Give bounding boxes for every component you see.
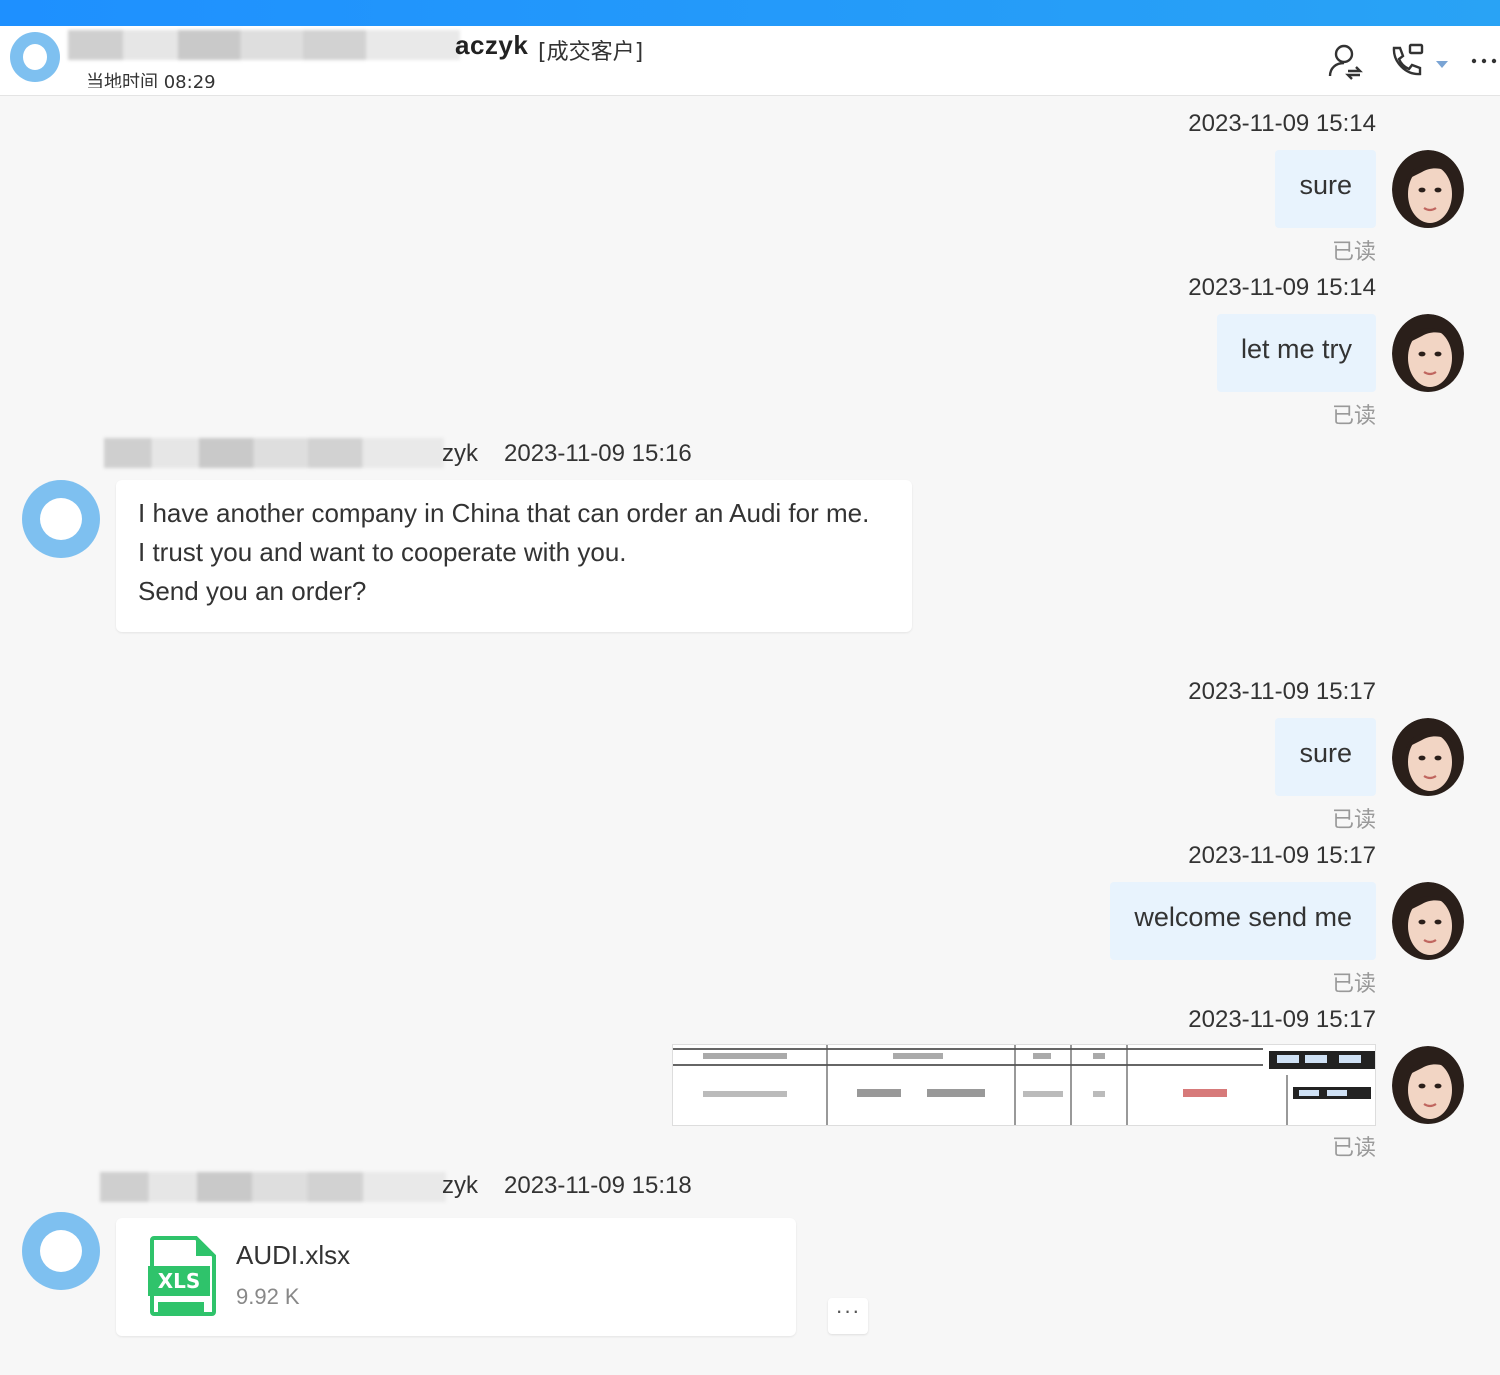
outgoing-message[interactable]: welcome send me <box>1110 882 1376 960</box>
my-avatar[interactable] <box>1392 150 1464 228</box>
message-more-button[interactable]: ··· <box>828 1298 868 1334</box>
message-timestamp: 2023-11-09 15:17 <box>1188 678 1376 705</box>
read-status: 已读 <box>1331 1136 1376 1161</box>
read-status: 已读 <box>1331 404 1376 429</box>
my-avatar[interactable] <box>1392 1046 1464 1124</box>
message-line: Send you an order? <box>138 576 367 606</box>
contact-avatar[interactable] <box>22 1212 100 1290</box>
redacted-sender-name <box>104 438 444 468</box>
file-size: 9.92 K <box>236 1284 300 1309</box>
chat-header: aczyk [成交客户] 当地时间 08:29 <box>0 26 1500 96</box>
sender-name: zyk <box>442 1172 478 1199</box>
read-status: 已读 <box>1331 972 1376 997</box>
message-timestamp: 2023-11-09 15:14 <box>1188 110 1376 137</box>
message-timestamp: 2023-11-09 15:18 <box>504 1172 692 1199</box>
contact-avatar[interactable] <box>22 480 100 558</box>
contact-name: aczyk <box>455 30 529 60</box>
message-timestamp: 2023-11-09 15:14 <box>1188 274 1376 301</box>
call-icon[interactable] <box>1386 42 1426 82</box>
file-type-label: XLS <box>157 1269 201 1293</box>
read-status: 已读 <box>1331 808 1376 833</box>
message-timestamp: 2023-11-09 15:17 <box>1188 1006 1376 1033</box>
read-status: 已读 <box>1331 240 1376 265</box>
contact-transfer-icon[interactable] <box>1326 42 1366 82</box>
redacted-contact-name <box>68 30 460 60</box>
outgoing-message[interactable]: sure <box>1275 150 1376 228</box>
more-menu-icon[interactable] <box>1470 46 1500 76</box>
contact-avatar[interactable] <box>10 32 60 82</box>
contact-tag: [成交客户] <box>538 40 644 65</box>
my-avatar[interactable] <box>1392 718 1464 796</box>
message-line: I have another company in China that can… <box>138 498 870 528</box>
message-timestamp: 2023-11-09 15:17 <box>1188 842 1376 869</box>
outgoing-message[interactable]: sure <box>1275 718 1376 796</box>
window-top-bar <box>0 0 1500 26</box>
my-avatar[interactable] <box>1392 882 1464 960</box>
file-attachment[interactable]: XLS AUDI.xlsx 9.92 K <box>116 1218 796 1336</box>
incoming-message[interactable]: I have another company in China that can… <box>116 480 912 632</box>
message-line: I trust you and want to cooperate with y… <box>138 537 627 567</box>
file-name: AUDI.xlsx <box>236 1240 351 1270</box>
local-time: 当地时间 08:29 <box>86 72 216 88</box>
xls-file-icon: XLS <box>148 1236 218 1316</box>
redacted-sender-name <box>100 1172 446 1202</box>
outgoing-message[interactable]: let me try <box>1216 314 1376 392</box>
image-attachment[interactable] <box>672 1044 1376 1126</box>
message-timestamp: 2023-11-09 15:16 <box>504 440 692 467</box>
chevron-down-icon[interactable] <box>1432 54 1452 74</box>
my-avatar[interactable] <box>1392 314 1464 392</box>
sender-name: zyk <box>442 440 478 467</box>
